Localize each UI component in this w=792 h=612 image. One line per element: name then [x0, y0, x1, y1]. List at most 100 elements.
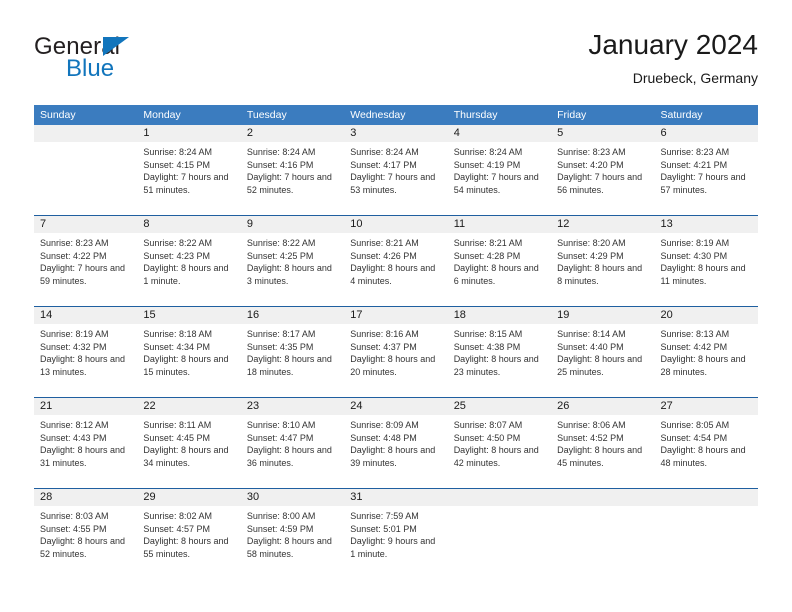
day-cell[interactable]: Sunrise: 8:05 AM Sunset: 4:54 PM Daylight:… [655, 415, 758, 488]
day-number[interactable]: 16 [241, 307, 344, 324]
day-number[interactable]: 4 [448, 125, 551, 142]
day-number[interactable]: 14 [34, 307, 137, 324]
day-number-empty [448, 489, 551, 506]
sunset-text: Sunset: 4:47 PM [246, 432, 314, 443]
day-number[interactable]: 24 [344, 398, 447, 415]
day-cell[interactable]: Sunrise: 8:22 AM Sunset: 4:25 PM Daylight:… [241, 233, 344, 306]
day-cell[interactable]: Sunrise: 8:23 AM Sunset: 4:22 PM Daylight:… [34, 233, 137, 306]
day-cell[interactable]: Sunrise: 8:24 AM Sunset: 4:15 PM Daylight:… [137, 142, 240, 215]
day-number[interactable]: 18 [448, 307, 551, 324]
day-cell[interactable]: Sunrise: 8:13 AM Sunset: 4:42 PM Daylight:… [655, 324, 758, 397]
day-cell[interactable]: Sunrise: 8:16 AM Sunset: 4:37 PM Daylight:… [344, 324, 447, 397]
day-number[interactable]: 12 [551, 216, 654, 233]
sunset-text: Sunset: 4:52 PM [557, 432, 624, 443]
weekday-header-thursday: Thursday [453, 109, 498, 121]
day-number[interactable]: 28 [34, 489, 137, 506]
day-cell[interactable]: Sunrise: 8:14 AM Sunset: 4:40 PM Daylight:… [551, 324, 654, 397]
sunrise-text: Sunrise: 8:11 AM [143, 420, 212, 430]
day-cell[interactable]: Sunrise: 8:07 AM Sunset: 4:50 PM Daylight:… [448, 415, 551, 488]
day-number[interactable]: 5 [551, 125, 654, 142]
day-number[interactable]: 11 [448, 216, 551, 233]
day-cell[interactable]: Sunrise: 8:21 AM Sunset: 4:26 PM Daylight:… [344, 233, 447, 306]
day-cell[interactable]: Sunrise: 8:24 AM Sunset: 4:16 PM Daylight:… [241, 142, 344, 215]
day-number[interactable]: 25 [448, 398, 551, 415]
day-number[interactable]: 26 [551, 398, 654, 415]
sunrise-text: Sunrise: 8:07 AM [453, 420, 523, 430]
sunrise-text: Sunrise: 8:02 AM [143, 511, 212, 521]
logo-text-blue: Blue [66, 55, 115, 82]
day-details-row: Sunrise: 8:23 AM Sunset: 4:22 PM Daylight:… [34, 233, 758, 306]
day-number[interactable]: 22 [137, 398, 240, 415]
day-cell[interactable]: Sunrise: 8:24 AM Sunset: 4:19 PM Daylight:… [448, 142, 551, 215]
sunrise-text: Sunrise: 8:24 AM [350, 147, 419, 157]
day-number-empty [655, 489, 758, 506]
day-number[interactable]: 13 [655, 216, 758, 233]
day-number[interactable]: 7 [34, 216, 137, 233]
day-cell[interactable]: Sunrise: 8:22 AM Sunset: 4:23 PM Daylight:… [137, 233, 240, 306]
sunset-text: Sunset: 4:17 PM [350, 159, 417, 170]
page-header: General Blue January 2024 Druebeck, Germ… [34, 28, 758, 98]
day-cell[interactable]: Sunrise: 8:23 AM Sunset: 4:21 PM Daylight:… [655, 142, 758, 215]
day-number[interactable]: 3 [344, 125, 447, 142]
daylight-text: Daylight: 9 hours and 1 minute. [350, 536, 436, 559]
day-number[interactable]: 31 [344, 489, 447, 506]
day-number[interactable]: 15 [137, 307, 240, 324]
daylight-text: Daylight: 8 hours and 18 minutes. [246, 354, 332, 377]
day-details-row: Sunrise: 8:19 AM Sunset: 4:32 PM Daylight:… [34, 324, 758, 397]
sunrise-text: Sunrise: 8:03 AM [40, 511, 109, 521]
day-number[interactable]: 30 [241, 489, 344, 506]
day-cell-empty [551, 506, 654, 579]
sunset-text: Sunset: 4:26 PM [350, 250, 417, 261]
day-number[interactable]: 20 [655, 307, 758, 324]
day-cell[interactable]: Sunrise: 8:02 AM Sunset: 4:57 PM Daylight:… [137, 506, 240, 579]
day-number[interactable]: 6 [655, 125, 758, 142]
day-number[interactable]: 21 [34, 398, 137, 415]
day-cell[interactable]: Sunrise: 8:00 AM Sunset: 4:59 PM Daylight:… [241, 506, 344, 579]
day-cell[interactable]: Sunrise: 8:19 AM Sunset: 4:32 PM Daylight:… [34, 324, 137, 397]
day-cell[interactable]: Sunrise: 8:10 AM Sunset: 4:47 PM Daylight:… [241, 415, 344, 488]
day-cell[interactable]: Sunrise: 8:18 AM Sunset: 4:34 PM Daylight:… [137, 324, 240, 397]
day-cell[interactable]: Sunrise: 8:06 AM Sunset: 4:52 PM Daylight:… [551, 415, 654, 488]
day-number[interactable]: 10 [344, 216, 447, 233]
daylight-text: Daylight: 8 hours and 36 minutes. [246, 445, 332, 468]
day-cell-empty [448, 506, 551, 579]
day-number[interactable]: 27 [655, 398, 758, 415]
day-number[interactable]: 2 [241, 125, 344, 142]
sunrise-text: Sunrise: 8:14 AM [557, 329, 626, 339]
day-cell[interactable]: Sunrise: 8:09 AM Sunset: 4:48 PM Daylight:… [344, 415, 447, 488]
day-number[interactable]: 19 [551, 307, 654, 324]
day-cell[interactable]: Sunrise: 8:11 AM Sunset: 4:45 PM Daylight:… [137, 415, 240, 488]
day-cell-empty [34, 142, 137, 215]
daylight-text: Daylight: 8 hours and 20 minutes. [350, 354, 436, 377]
day-cell[interactable]: Sunrise: 8:19 AM Sunset: 4:30 PM Daylight:… [655, 233, 758, 306]
day-cell[interactable]: Sunrise: 8:15 AM Sunset: 4:38 PM Daylight:… [448, 324, 551, 397]
day-cell[interactable]: Sunrise: 8:03 AM Sunset: 4:55 PM Daylight:… [34, 506, 137, 579]
day-cell[interactable]: Sunrise: 8:24 AM Sunset: 4:17 PM Daylight:… [344, 142, 447, 215]
day-number[interactable]: 23 [241, 398, 344, 415]
sunset-text: Sunset: 4:42 PM [660, 341, 728, 352]
day-cell[interactable]: Sunrise: 8:12 AM Sunset: 4:43 PM Daylight:… [34, 415, 137, 488]
sunrise-text: Sunrise: 8:24 AM [246, 147, 316, 157]
daylight-text: Daylight: 8 hours and 58 minutes. [246, 536, 332, 559]
day-number[interactable]: 1 [137, 125, 240, 142]
day-cell[interactable]: Sunrise: 7:59 AM Sunset: 5:01 PM Daylight:… [344, 506, 447, 579]
daylight-text: Daylight: 7 hours and 59 minutes. [40, 263, 126, 286]
sunset-text: Sunset: 4:43 PM [40, 432, 107, 443]
day-number[interactable]: 29 [137, 489, 240, 506]
day-number[interactable]: 9 [241, 216, 344, 233]
daylight-text: Daylight: 8 hours and 34 minutes. [143, 445, 229, 468]
sunrise-text: Sunrise: 8:23 AM [660, 147, 730, 157]
day-cell[interactable]: Sunrise: 8:23 AM Sunset: 4:20 PM Daylight:… [551, 142, 654, 215]
day-cell[interactable]: Sunrise: 8:20 AM Sunset: 4:29 PM Daylight:… [551, 233, 654, 306]
day-details-row: Sunrise: 8:03 AM Sunset: 4:55 PM Daylight:… [34, 506, 758, 579]
sunset-text: Sunset: 4:34 PM [143, 341, 210, 352]
day-number[interactable]: 17 [344, 307, 447, 324]
brand-logo[interactable]: General Blue [34, 34, 254, 94]
day-number[interactable]: 8 [137, 216, 240, 233]
day-number-band: 14 15 16 17 18 19 20 [34, 307, 758, 324]
day-cell[interactable]: Sunrise: 8:21 AM Sunset: 4:28 PM Daylight:… [448, 233, 551, 306]
sunset-text: Sunset: 4:55 PM [40, 523, 107, 534]
daylight-text: Daylight: 7 hours and 56 minutes. [557, 172, 643, 195]
day-cell[interactable]: Sunrise: 8:17 AM Sunset: 4:35 PM Daylight:… [241, 324, 344, 397]
calendar-week-row: 7 8 9 10 11 12 13 Sunrise: 8:23 AM Sunset: 4:22 … [34, 215, 758, 306]
